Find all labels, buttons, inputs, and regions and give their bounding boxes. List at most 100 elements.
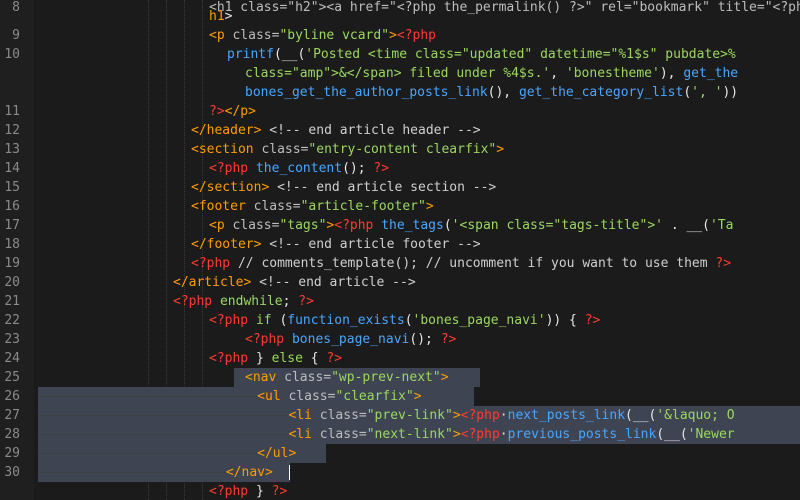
code-text: ————————————————————————</nav> (38, 463, 273, 482)
code-token: > (496, 142, 505, 157)
code-token: "clearfix" (335, 389, 414, 404)
code-line[interactable]: 16 <footer class="article-footer"> (0, 197, 800, 216)
code-token: ( (443, 218, 452, 233)
code-token: ( (271, 313, 288, 328)
code-token: if (255, 313, 272, 328)
code-token: <!-- end article section --> (269, 180, 497, 195)
code-token: next_posts_link (507, 408, 626, 423)
code-text: </footer> <!-- end article footer --> (191, 235, 481, 254)
code-line[interactable]: 24 <?php } else { ?> (0, 349, 800, 368)
code-text: </section> <!-- end article section --> (191, 178, 496, 197)
code-text: bones_get_the_author_posts_link(), get_t… (245, 83, 738, 102)
code-token: > (413, 389, 422, 404)
code-token: <?php (209, 351, 249, 366)
code-line[interactable]: 14 <?php the_content(); ?> (0, 159, 800, 178)
code-line[interactable]: 30 ————————————————————————</nav> (0, 463, 800, 482)
code-token: class= (245, 199, 301, 214)
code-token: )) (722, 85, 739, 100)
code-token: (__( (625, 408, 657, 423)
code-line[interactable]: 23 <?php bones_page_navi(); ?> (0, 330, 800, 349)
code-token: > (389, 28, 397, 43)
line-number: 15 (4, 180, 20, 195)
code-line[interactable]: 27 ————————————————————————————————<li cl… (0, 406, 800, 425)
code-token: "prev-link" (366, 408, 453, 423)
code-token: class= (224, 218, 280, 233)
code-token: ———————————————————————————— (38, 389, 258, 404)
code-token: ?> (326, 351, 343, 366)
code-text: class="amp">&</span> filed under %4$s.',… (245, 64, 738, 83)
code-token: 'bonestheme' (565, 66, 660, 81)
line-number: 27 (4, 408, 20, 423)
code-text: printf(__('Posted <time class="updated" … (227, 45, 736, 64)
code-token: class= (253, 142, 309, 157)
code-token: <?php (209, 161, 249, 176)
code-text: <?php bones_page_navi(); ?> (245, 330, 456, 349)
code-token: function_exists (287, 313, 405, 328)
code-line[interactable]: 12 </header> <!-- end article header --> (0, 121, 800, 140)
code-text: <?php the_content(); ?> (209, 159, 389, 178)
code-text: <?php } ?> (209, 482, 287, 500)
code-line[interactable]: h1> (0, 7, 800, 26)
code-token: <?php (396, 28, 436, 43)
code-token: <?php (191, 256, 231, 271)
code-token: > (425, 199, 434, 214)
code-token: ( (404, 313, 413, 328)
code-line[interactable]: 18 </footer> <!-- end article footer --> (0, 235, 800, 254)
code-text: h1> (209, 7, 232, 26)
code-token: </footer> (191, 237, 262, 252)
code-line[interactable]: 29 ————————————————————————————</ul> (0, 444, 800, 463)
code-line[interactable]: 19 <?php // comments_template(); // uncom… (0, 254, 800, 273)
code-token: (); (409, 332, 441, 347)
code-line[interactable]: class="amp">&</span> filed under %4$s.',… (0, 64, 800, 83)
code-line[interactable]: 11 ?></p> (0, 102, 800, 121)
code-editor[interactable]: 8 <h1 class="h2"><a href="<?php the_perma… (0, 0, 800, 500)
code-line[interactable]: 28 ————————————————————————————————<li cl… (0, 425, 800, 444)
code-token: <li (288, 427, 312, 442)
code-token: class="amp">&</span> filed under %4$s.' (245, 66, 551, 81)
line-number: 10 (4, 47, 20, 62)
code-token: bones_page_navi (291, 332, 410, 347)
code-line[interactable]: 15 </section> <!-- end article section --… (0, 178, 800, 197)
code-line[interactable]: 20 </article> <!-- end article --> (0, 273, 800, 292)
line-number: 26 (4, 389, 20, 404)
code-text: <?php // comments_template(); // uncomme… (191, 254, 731, 273)
line-number: 28 (4, 427, 20, 442)
code-token: <p (209, 218, 225, 233)
code-token: </section> (191, 180, 270, 195)
code-token: get_the (683, 66, 739, 81)
code-token: <section (191, 142, 254, 157)
code-token: 'Newer (687, 427, 735, 442)
code-text: <footer class="article-footer"> (191, 197, 434, 216)
code-token: } (248, 484, 272, 499)
code-line[interactable]: 10 printf(__('Posted <time class="updated… (0, 45, 800, 64)
code-line[interactable]: <?php } ?> (0, 482, 800, 500)
code-token: > (224, 9, 233, 24)
code-token: ?> (584, 313, 601, 328)
code-token: } (248, 351, 272, 366)
code-line[interactable]: bones_get_the_author_posts_link(), get_t… (0, 83, 800, 102)
code-token: h1 (209, 9, 225, 24)
code-text: <?php endwhile; ?> (173, 292, 314, 311)
code-token: 'Posted <time class="updated" datetime="… (305, 47, 736, 62)
code-line[interactable]: 26 ————————————————————————————<ul class=… (0, 387, 800, 406)
code-line[interactable]: 9 <p class="byline vcard"><?php (0, 26, 800, 45)
code-token: ', ' (691, 85, 723, 100)
code-line[interactable]: 17 <p class="tags"><?php the_tags('<span … (0, 216, 800, 235)
code-line[interactable]: 25 <nav class="wp-prev-next"> (0, 368, 800, 387)
line-number: 21 (4, 294, 20, 309)
line-number: 29 (4, 446, 20, 461)
code-token: ; (282, 294, 299, 309)
code-text: ————————————————————————————————<li clas… (38, 425, 735, 444)
line-number: 16 (4, 199, 20, 214)
code-token: <nav (245, 370, 277, 385)
code-line[interactable]: 21 <?php endwhile; ?> (0, 292, 800, 311)
line-number: 30 (4, 465, 20, 480)
code-token: "byline vcard" (279, 28, 390, 43)
text-cursor (289, 465, 290, 480)
code-line[interactable]: 13 <section class="entry-content clearfix… (0, 140, 800, 159)
code-token: <?php (173, 294, 213, 309)
code-line[interactable]: 22 <?php if (function_exists('bones_page_… (0, 311, 800, 330)
code-token: ( (683, 85, 692, 100)
